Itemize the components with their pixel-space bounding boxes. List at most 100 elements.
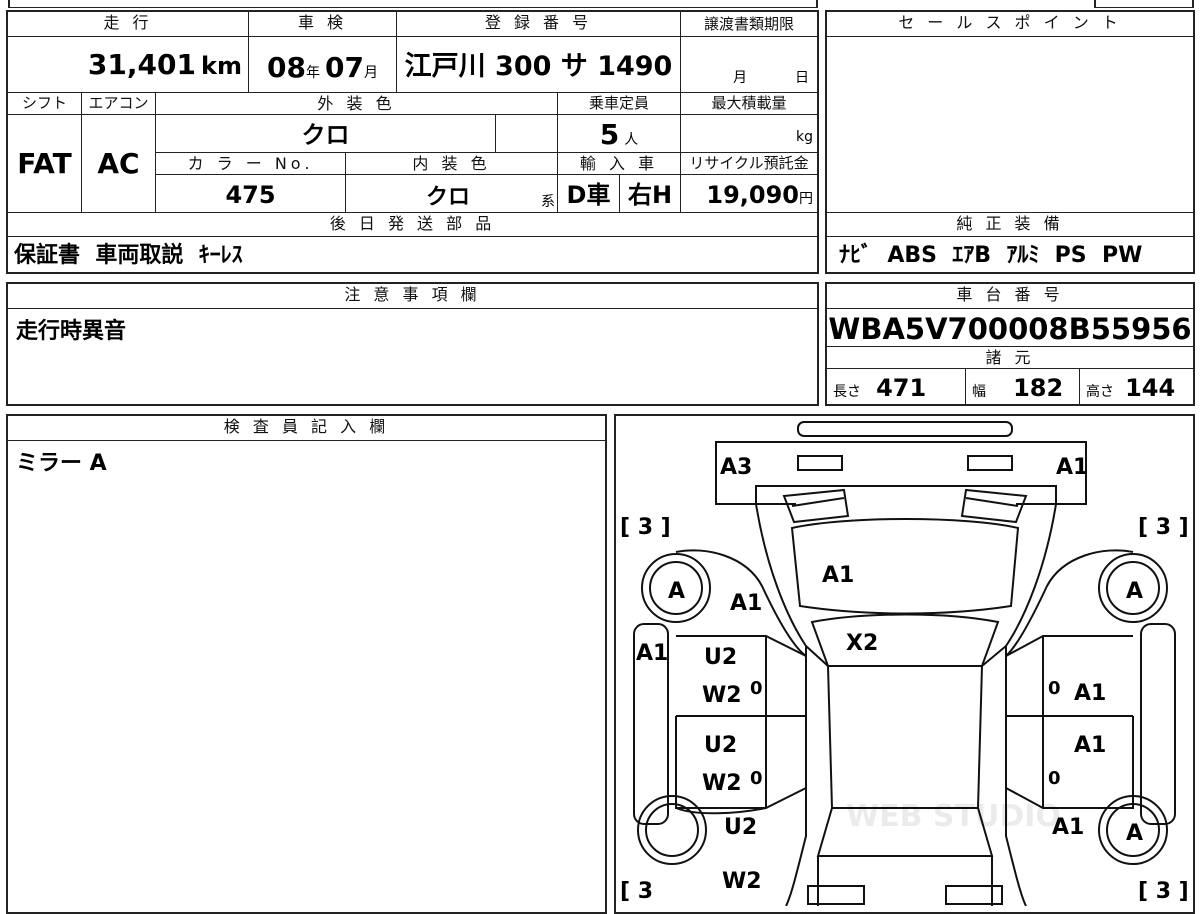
max-load-unit: kg (796, 129, 813, 145)
chassis-box: 車 台 番 号 WBA5V700008B55956 諸 元 長さ 471 幅 1… (825, 282, 1195, 406)
interior-color-value: クロ (426, 185, 471, 210)
exterior-color-value: クロ (155, 114, 495, 152)
length-label: 長さ (833, 384, 861, 400)
zero-right-front: 0 (1048, 678, 1061, 699)
tire-front-right: [ 3 ] (1138, 515, 1189, 540)
sales-point-box: セ ー ル ス ポ イ ン ト 純 正 装 備 ﾅﾋﾞ ABS ｴｱB ｱﾙﾐ … (825, 10, 1195, 274)
zero-left-rear: 0 (750, 768, 763, 789)
mark-left-mirror: A1 (636, 641, 668, 666)
mileage-value: 31,401 (87, 48, 196, 81)
ac-header: エアコン (81, 92, 155, 114)
notes-box: 注 意 事 項 欄 走行時異音 (6, 282, 819, 406)
car-diagram-box: 0 0 0 0 A3 A1 [ 3 ] [ 3 ] A1 A A1 A X2 A… (614, 414, 1195, 914)
mileage-cell: 31,401 km (8, 36, 248, 92)
transfer-header: 譲渡書類期限 (680, 12, 817, 36)
top-strip (8, 0, 818, 8)
height-cell: 高さ 144 (1079, 368, 1193, 404)
mark-windshield: X2 (846, 631, 878, 656)
capacity-header: 乗車定員 (557, 92, 680, 114)
length-value: 471 (876, 374, 927, 402)
car-diagram: 0 0 0 0 A3 A1 [ 3 ] [ 3 ] A1 A A1 A X2 A… (620, 421, 1189, 906)
capacity-unit: 人 (624, 132, 639, 148)
handle-value: 右H (619, 174, 680, 212)
shaken-year: 08 (266, 51, 306, 84)
max-load-header: 最大積載量 (680, 92, 817, 114)
exterior-color-sub (495, 114, 557, 152)
recycle-cell: 19,090円 (680, 174, 817, 212)
notes-value: 走行時異音 (8, 308, 817, 404)
recycle-unit: 円 (799, 191, 813, 207)
shift-value: FAT (8, 114, 81, 212)
tire-front-left: [ 3 ] (620, 515, 671, 540)
chassis-header: 車 台 番 号 (956, 285, 1064, 304)
ac-value: AC (81, 114, 155, 212)
transfer-day-unit: 日 (795, 70, 809, 86)
inspector-box: 検 査 員 記 入 欄 ミラー A (6, 414, 607, 914)
shaken-month: 07 (325, 51, 365, 84)
tire-rear-right: [ 3 ] (1138, 879, 1189, 904)
sales-point-body (827, 36, 1193, 212)
inspector-note: ミラー A (8, 440, 605, 910)
length-cell: 長さ 471 (827, 368, 965, 404)
notes-header: 注 意 事 項 欄 (344, 285, 481, 304)
height-value: 144 (1125, 374, 1176, 402)
max-load-cell: kg (680, 114, 817, 152)
zero-left-front: 0 (750, 678, 763, 699)
mark-left-front-door-2: W2 (702, 683, 742, 708)
plate-header: 登 録 番 号 (396, 12, 680, 36)
mark-left-front-fender: A1 (730, 591, 762, 616)
mileage-unit: km (201, 52, 242, 80)
capacity-value: 5 (599, 118, 620, 151)
shift-header: シフト (8, 92, 81, 114)
mileage-header: 走 行 (103, 13, 153, 32)
mark-left-rear-door-2: W2 (702, 771, 742, 796)
later-parts-header: 後 日 発 送 部 品 (8, 212, 817, 236)
shaken-year-unit: 年 (305, 65, 320, 81)
mark-front-right: A1 (1056, 455, 1088, 480)
exterior-color-header: 外 装 色 (155, 92, 557, 114)
recycle-header: リサイクル預託金 (680, 152, 817, 174)
width-cell: 幅 182 (965, 368, 1079, 404)
interior-color-suffix: 系 (541, 194, 555, 210)
color-no-value: 475 (155, 174, 345, 212)
height-label: 高さ (1086, 384, 1114, 400)
equipment-header: 純 正 装 備 (827, 212, 1193, 236)
mark-right-rear-door: A1 (1074, 733, 1106, 758)
zero-right-rear: 0 (1048, 768, 1061, 789)
mark-right-front-wheel: A (1126, 579, 1143, 604)
recycle-value: 19,090 (706, 181, 799, 209)
mark-right-front-door: A1 (1074, 681, 1106, 706)
watermark: WEB STUDIO (846, 799, 1061, 834)
interior-color-header: 内 装 色 (345, 152, 557, 174)
import-value: D車 (557, 174, 619, 212)
transfer-cell: 月 日 (680, 36, 817, 92)
import-header: 輸 入 車 (557, 152, 680, 174)
capacity-cell: 5 人 (557, 114, 680, 152)
equipment-value: ﾅﾋﾞ ABS ｴｱB ｱﾙﾐ PS PW (827, 236, 1193, 272)
sales-point-header: セ ー ル ス ポ イ ン ト (898, 13, 1122, 32)
chassis-value: WBA5V700008B55956 (827, 308, 1193, 346)
width-label: 幅 (972, 384, 986, 400)
mark-front-left: A3 (720, 455, 752, 480)
mark-left-rear-door-1: U2 (704, 733, 737, 758)
later-parts-value: 保証書 車両取説 ｷｰﾚｽ (8, 236, 817, 272)
top-strip-right (1094, 0, 1194, 8)
mark-hood: A1 (822, 563, 854, 588)
color-no-header: カ ラ ー No. (155, 152, 345, 174)
mark-left-rear-fender-1: U2 (724, 815, 757, 840)
plate-value: 江戸川 300 サ 1490 (404, 51, 673, 82)
inspector-header: 検 査 員 記 入 欄 (223, 417, 390, 436)
interior-color-cell: クロ 系 (345, 174, 557, 212)
mark-left-front-door-1: U2 (704, 645, 737, 670)
main-table: 走 行 車 検 登 録 番 号 譲渡書類期限 31,401 km 08年 07月… (6, 10, 819, 274)
mark-right-rear-wheel: A (1126, 821, 1143, 846)
shaken-cell: 08年 07月 (248, 36, 396, 92)
transfer-month-unit: 月 (733, 70, 747, 86)
width-value: 182 (1013, 374, 1064, 402)
mark-left-front-wheel: A (668, 579, 685, 604)
shaken-header: 車 検 (248, 12, 396, 36)
shaken-month-unit: 月 (364, 65, 379, 81)
tire-rear-left: [ 3 (620, 879, 653, 904)
plate-cell: 江戸川 300 サ 1490 (396, 36, 680, 92)
mark-left-rear-fender-2: W2 (722, 869, 762, 894)
